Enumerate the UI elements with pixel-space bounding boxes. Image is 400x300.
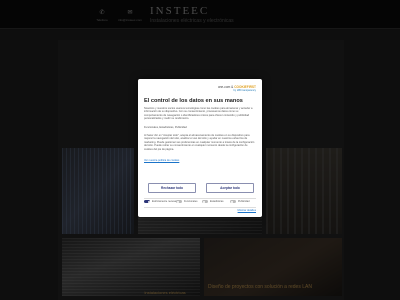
cookie-consent-dialog: one-com & COOKIEFIRST by IAB transparenc… [138,79,262,217]
toggle-statistics[interactable]: Estadísticas [202,200,223,203]
logo-tag: by IAB transparency [233,89,256,92]
show-details-link[interactable]: Mostrar detalles [238,209,256,212]
accept-all-button[interactable]: Aceptar todo [206,183,254,193]
toggle-switch[interactable] [202,200,208,203]
toggle-switch[interactable] [176,200,182,203]
cookie-policy-link[interactable]: Ver nuestra política de cookies [144,159,179,162]
logo-left: one-com [217,85,231,89]
toggle-label: Funcionales [184,200,198,204]
toggle-functional[interactable]: Funcionales [176,200,197,203]
toggle-switch[interactable] [230,200,236,203]
consent-logos: one-com & COOKIEFIRST by IAB transparenc… [217,85,256,92]
consent-toggles: Estrictamente necesarias Funcionales Est… [144,198,256,208]
toggle-switch[interactable] [144,200,150,203]
consent-intro: Nosotros y nuestros socios usamos tecnol… [144,107,253,121]
reject-all-button[interactable]: Rechazar todo [148,183,196,193]
consent-purposes: Funcionales, Estadísticas, Publicidad [144,126,187,129]
toggle-advertising[interactable]: Publicidad [230,200,250,203]
toggle-label: Publicidad [238,200,250,204]
toggle-label: Estadísticas [210,200,224,204]
consent-title: El control de los datos en sus manos [144,98,243,104]
consent-body: Al hacer clic en "Aceptar todo", acepta … [144,134,255,151]
consent-link-wrap: Ver nuestra política de cookies [144,159,256,162]
toggle-necessary[interactable]: Estrictamente necesarias [144,200,180,203]
